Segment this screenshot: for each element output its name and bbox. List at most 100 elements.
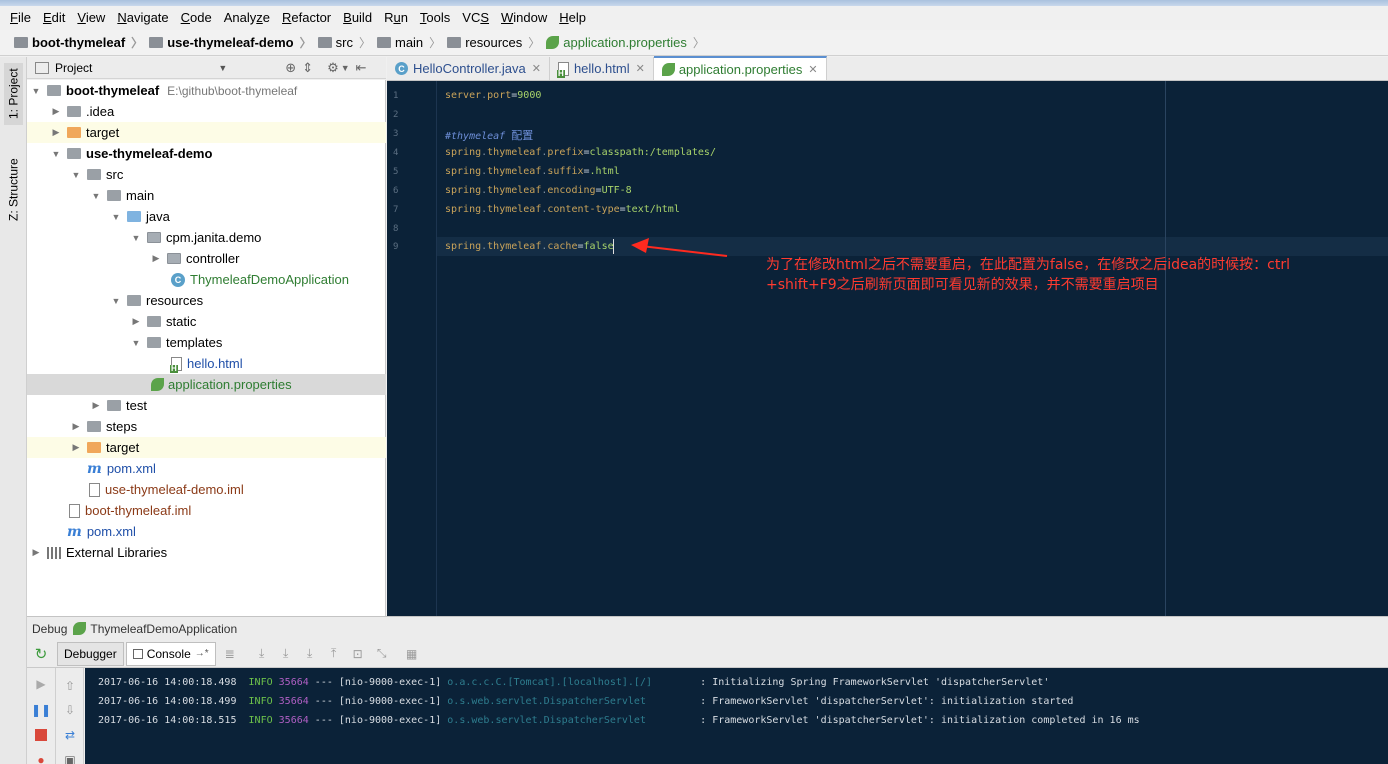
folder-icon [147,337,161,348]
tree-item-app-class[interactable]: C ThymeleafDemoApplication [27,269,386,290]
breadcrumb-item-module[interactable]: use-thymeleaf-demo 〉 [149,34,312,51]
tree-item-target[interactable]: ▶ target [27,122,386,143]
expand-arrow-icon[interactable]: ▼ [131,338,141,348]
tree-item-resources[interactable]: ▼ resources [27,290,386,311]
expand-arrow-icon[interactable]: ▼ [131,233,141,243]
tree-item-module-pom[interactable]: m pom.xml [27,458,386,479]
collapse-arrow-icon[interactable]: ▶ [131,316,141,327]
menu-vcs[interactable]: VCS [456,6,495,30]
down-arrow-icon[interactable]: ⇩ [62,702,78,718]
tree-item-idea[interactable]: ▶ .idea [27,101,386,122]
tree-item-test[interactable]: ▶ test [27,395,386,416]
menu-window[interactable]: Window [495,6,553,30]
hide-panel-icon[interactable]: ⇤ [356,60,367,76]
target-icon[interactable]: ⊕ [285,60,296,76]
tab-debugger[interactable]: Debugger [57,641,124,666]
gear-icon[interactable]: ⚙ [327,60,339,76]
close-icon[interactable]: ✕ [636,62,645,75]
up-arrow-icon[interactable]: ⇧ [62,678,78,694]
menu-tools[interactable]: Tools [414,6,456,30]
menu-edit[interactable]: Edit [37,6,71,30]
tab-project[interactable]: 1: Project [4,63,23,125]
print-icon[interactable]: ▣ [62,752,78,764]
close-icon[interactable]: ✕ [808,63,817,76]
breadcrumb-item-src[interactable]: src 〉 [317,34,371,51]
dropdown-arrow-icon[interactable]: ▼ [218,63,227,73]
show-execution-point-icon[interactable]: ≣ [222,646,238,662]
package-icon [147,232,161,243]
tree-item-root-pom[interactable]: m pom.xml [27,521,386,542]
tree-item-controller[interactable]: ▶ controller [27,248,386,269]
spring-properties-icon [661,62,675,76]
close-icon[interactable]: ✕ [532,62,541,75]
tab-hello-html[interactable]: hello.html✕ [550,57,654,80]
step-over-icon[interactable]: ⤓ [254,646,270,662]
view-breakpoints-icon[interactable]: ● [33,752,49,764]
menu-navigate[interactable]: Navigate [111,6,174,30]
tree-item-package[interactable]: ▼ cpm.janita.demo [27,227,386,248]
resume-icon[interactable]: ▶ [33,676,49,692]
tab-console[interactable]: Console →* [125,641,216,666]
menu-help[interactable]: Help [553,6,592,30]
tree-item-application-properties[interactable]: application.properties [27,374,386,395]
tree-item-external-libraries[interactable]: ▶ External Libraries [27,542,386,563]
tree-item-java[interactable]: ▼ java [27,206,386,227]
code-editor[interactable]: 1 2 3 4 5 6 7 8 9 server.port=9000 #thym… [387,81,1388,616]
line-number: 3 [393,129,399,139]
soft-wrap-icon[interactable]: ⇄ [62,727,78,743]
menu-run[interactable]: Run [378,6,414,30]
step-into-icon[interactable]: ⤓ [278,646,294,662]
expand-arrow-icon[interactable]: ▼ [91,191,101,201]
console-output[interactable]: 2017-06-16 14:00:18.498 INFO 35664 --- [… [85,668,1388,764]
menu-analyze[interactable]: Analyze [218,6,276,30]
run-to-cursor-icon[interactable]: ⤡ [374,646,390,662]
step-out-icon[interactable]: ⤒ [326,646,342,662]
rerun-icon[interactable]: ↻ [33,646,49,663]
collapse-arrow-icon[interactable]: ▶ [51,106,61,117]
expand-arrow-icon[interactable]: ▼ [111,296,121,306]
evaluate-expression-icon[interactable]: ▦ [404,646,420,662]
collapse-arrow-icon[interactable]: ▶ [51,127,61,138]
tree-item-steps[interactable]: ▶ steps [27,416,386,437]
tab-structure[interactable]: Z: Structure [4,149,23,231]
gear-dropdown-icon[interactable]: ▼ [341,63,350,73]
breadcrumb-item-resources[interactable]: resources 〉 [447,34,540,51]
tab-hello-controller[interactable]: C HelloController.java ✕ [387,57,550,80]
collapse-arrow-icon[interactable]: ▶ [71,442,81,453]
tree-item-hello-html[interactable]: hello.html [27,353,386,374]
breadcrumb-item-main[interactable]: main 〉 [376,34,441,51]
collapse-arrow-icon[interactable]: ▶ [31,547,41,558]
drop-frame-icon[interactable]: ⊡ [350,646,366,662]
tree-item-templates[interactable]: ▼ templates [27,332,386,353]
tree-item-src[interactable]: ▼ src [27,164,386,185]
breadcrumb-item-file[interactable]: application.properties 〉 [546,34,705,51]
menu-file[interactable]: File [4,6,37,30]
force-step-into-icon[interactable]: ⤓ [302,646,318,662]
expand-arrow-icon[interactable]: ▼ [111,212,121,222]
tree-item-root[interactable]: ▼ boot-thymeleaf E:\github\boot-thymeleaf [27,80,386,101]
collapse-arrow-icon[interactable]: ▶ [91,400,101,411]
pause-icon[interactable]: ❚❚ [31,702,51,718]
tree-item-static[interactable]: ▶ static [27,311,386,332]
tab-application-properties[interactable]: application.properties ✕ [653,56,827,80]
menu-build[interactable]: Build [337,6,378,30]
collapse-all-icon[interactable]: ⇕ [302,60,313,76]
tree-item-module[interactable]: ▼ use-thymeleaf-demo [27,143,386,164]
tree-item-module-target[interactable]: ▶ target [27,437,386,458]
collapse-arrow-icon[interactable]: ▶ [71,421,81,432]
expand-arrow-icon[interactable]: ▼ [71,170,81,180]
breadcrumb-item-project[interactable]: boot-thymeleaf 〉 [14,34,143,51]
tree-item-main[interactable]: ▼ main [27,185,386,206]
code-line-9: spring.thymeleaf.cache=false [445,241,614,252]
debug-config-name[interactable]: ThymeleafDemoApplication [90,622,237,636]
collapse-arrow-icon[interactable]: ▶ [151,253,161,264]
menu-view[interactable]: View [71,6,111,30]
expand-arrow-icon[interactable]: ▼ [31,86,41,96]
tree-item-module-iml[interactable]: use-thymeleaf-demo.iml [27,479,386,500]
code-line-4: spring.thymeleaf.prefix=classpath:/templ… [445,147,716,158]
tree-item-root-iml[interactable]: boot-thymeleaf.iml [27,500,386,521]
expand-arrow-icon[interactable]: ▼ [51,149,61,159]
stop-icon[interactable] [33,727,49,743]
menu-refactor[interactable]: Refactor [276,6,337,30]
menu-code[interactable]: Code [175,6,218,30]
